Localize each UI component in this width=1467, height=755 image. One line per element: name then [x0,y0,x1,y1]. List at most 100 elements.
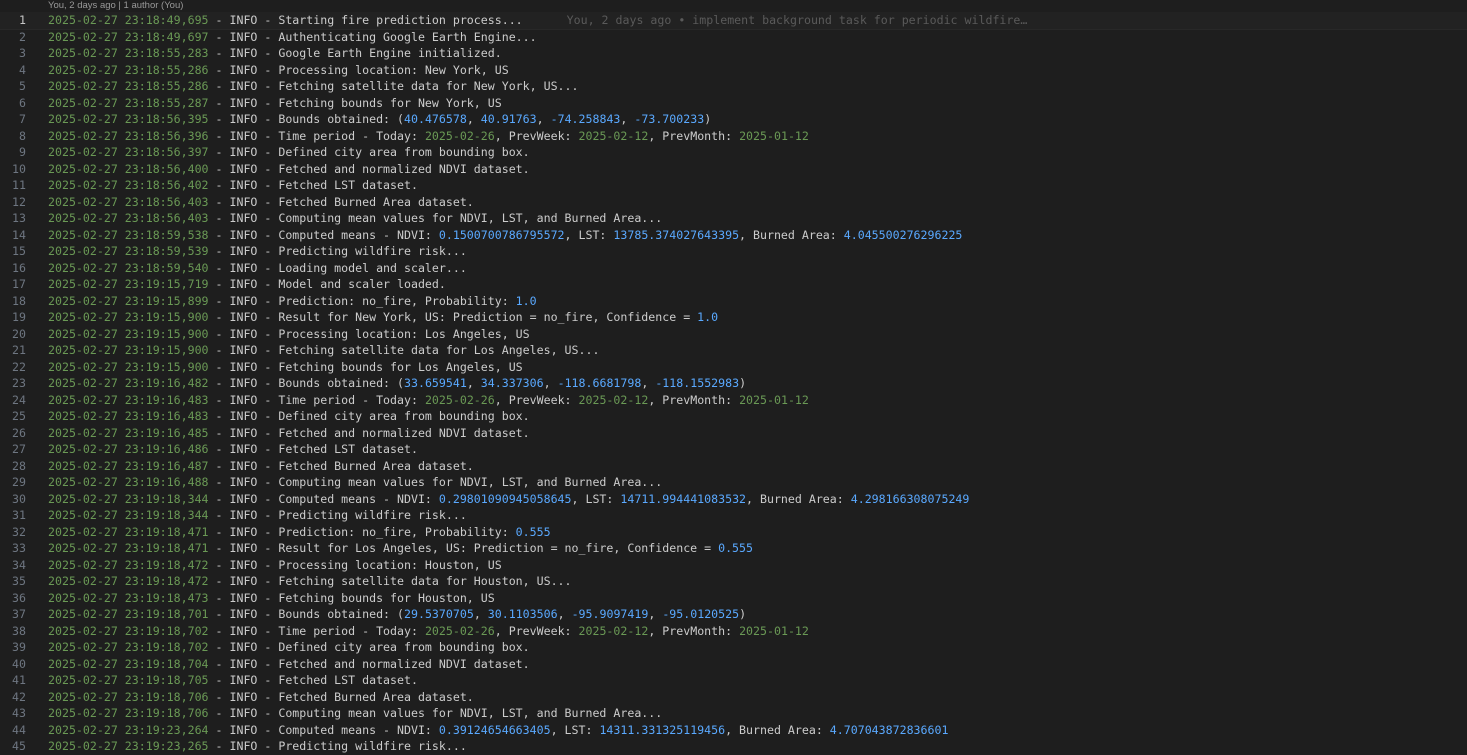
line-number: 35 [12,574,26,588]
code-line[interactable]: 13 2025-02-27 23:18:56,403 - INFO - Compu… [0,210,1467,227]
code-line[interactable]: 39 2025-02-27 23:19:18,702 - INFO - Defin… [0,639,1467,656]
code-line[interactable]: 1 2025-02-27 23:18:49,695 - INFO - Starti… [0,12,1467,30]
log-text: - INFO - Predicting wildfire risk... [208,244,467,258]
log-timestamp: 2025-02-27 23:19:18,344 [48,508,209,522]
line-content: 2025-02-27 23:19:15,900 - INFO - Result … [48,309,718,326]
code-line[interactable]: 20 2025-02-27 23:19:15,900 - INFO - Proce… [0,326,1467,343]
code-line[interactable]: 33 2025-02-27 23:19:18,471 - INFO - Resul… [0,540,1467,557]
code-line[interactable]: 14 2025-02-27 23:18:59,538 - INFO - Compu… [0,227,1467,244]
code-line[interactable]: 29 2025-02-27 23:19:16,488 - INFO - Compu… [0,474,1467,491]
line-content: 2025-02-27 23:19:16,486 - INFO - Fetched… [48,441,418,458]
line-content: 2025-02-27 23:19:18,702 - INFO - Defined… [48,639,530,656]
code-line[interactable]: 42 2025-02-27 23:19:18,706 - INFO - Fetch… [0,689,1467,706]
code-line[interactable]: 16 2025-02-27 23:18:59,540 - INFO - Loadi… [0,260,1467,277]
editor-text-area[interactable]: 1 2025-02-27 23:18:49,695 - INFO - Starti… [0,12,1467,755]
log-timestamp: 2025-02-27 23:19:18,702 [48,623,209,638]
log-text: - INFO - Computing mean values for NDVI,… [208,211,663,225]
code-line[interactable]: 35 2025-02-27 23:19:18,472 - INFO - Fetch… [0,573,1467,590]
log-timestamp: 2025-02-27 23:19:16,482 [48,376,209,390]
code-line[interactable]: 15 2025-02-27 23:18:59,539 - INFO - Predi… [0,243,1467,260]
numeric-literal: 40.476578 [404,112,467,126]
code-line[interactable]: 45 2025-02-27 23:19:23,265 - INFO - Predi… [0,738,1467,755]
line-content: 2025-02-27 23:19:18,705 - INFO - Fetched… [48,672,418,689]
log-text: , PrevMonth: [648,392,740,407]
numeric-literal: 14311.331325119456 [599,722,726,737]
code-line[interactable]: 38 2025-02-27 23:19:18,702 - INFO - Time … [0,623,1467,640]
code-line[interactable]: 21 2025-02-27 23:19:15,900 - INFO - Fetch… [0,342,1467,359]
log-text: , Burned Area: [746,491,851,506]
code-line[interactable]: 43 2025-02-27 23:19:18,706 - INFO - Compu… [0,705,1467,722]
code-line[interactable]: 9 2025-02-27 23:18:56,397 - INFO - Define… [0,144,1467,161]
code-line[interactable]: 17 2025-02-27 23:19:15,719 - INFO - Model… [0,276,1467,293]
log-text: , Burned Area: [725,722,830,737]
line-number: 1 [19,13,26,27]
code-line[interactable]: 10 2025-02-27 23:18:56,400 - INFO - Fetch… [0,161,1467,178]
code-line[interactable]: 41 2025-02-27 23:19:18,705 - INFO - Fetch… [0,672,1467,689]
code-line[interactable]: 28 2025-02-27 23:19:16,487 - INFO - Fetch… [0,458,1467,475]
numeric-literal: -95.0120525 [662,607,740,621]
code-line[interactable]: 31 2025-02-27 23:19:18,344 - INFO - Predi… [0,507,1467,524]
log-text: ) [739,607,747,621]
code-line[interactable]: 40 2025-02-27 23:19:18,704 - INFO - Fetch… [0,656,1467,673]
numeric-literal: 29.5370705 [404,607,474,621]
log-timestamp: 2025-02-27 23:19:16,483 [48,392,209,407]
code-line[interactable]: 22 2025-02-27 23:19:15,900 - INFO - Fetch… [0,359,1467,376]
code-line[interactable]: 18 2025-02-27 23:19:15,899 - INFO - Predi… [0,293,1467,310]
code-line[interactable]: 37 2025-02-27 23:19:18,701 - INFO - Bound… [0,606,1467,623]
code-line[interactable]: 4 2025-02-27 23:18:55,286 - INFO - Proces… [0,62,1467,79]
log-timestamp: 2025-02-27 23:19:18,472 [48,574,209,588]
line-content: 2025-02-27 23:19:15,719 - INFO - Model a… [48,276,446,293]
line-number: 3 [19,46,26,60]
code-line[interactable]: 36 2025-02-27 23:19:18,473 - INFO - Fetch… [0,590,1467,607]
codelens-author-info[interactable]: You, 2 days ago | 1 author (You) [48,0,183,12]
code-line[interactable]: 25 2025-02-27 23:19:16,483 - INFO - Defin… [0,408,1467,425]
log-text: , PrevMonth: [648,623,740,638]
numeric-literal: 1.0 [697,310,719,324]
line-content: 2025-02-27 23:18:59,540 - INFO - Loading… [48,260,467,277]
log-text: - INFO - Computing mean values for NDVI,… [208,706,663,720]
log-text: , Burned Area: [739,227,844,242]
log-text: - INFO - Prediction: no_fire, Probabilit… [208,293,516,308]
code-line[interactable]: 6 2025-02-27 23:18:55,287 - INFO - Fetchi… [0,95,1467,112]
log-text: - INFO - Starting fire prediction proces… [208,13,523,27]
code-line[interactable]: 23 2025-02-27 23:19:16,482 - INFO - Bound… [0,375,1467,392]
code-line[interactable]: 5 2025-02-27 23:18:55,286 - INFO - Fetchi… [0,78,1467,95]
log-timestamp: 2025-02-27 23:18:55,286 [48,79,209,93]
line-number: 17 [12,277,26,291]
code-line[interactable]: 32 2025-02-27 23:19:18,471 - INFO - Predi… [0,524,1467,541]
code-line[interactable]: 2 2025-02-27 23:18:49,697 - INFO - Authen… [0,29,1467,46]
log-text: , LST: [550,722,600,737]
log-text: , PrevWeek: [494,392,579,407]
date-literal: 2025-02-26 [424,392,495,407]
log-text: , PrevWeek: [494,623,579,638]
code-line[interactable]: 7 2025-02-27 23:18:56,395 - INFO - Bounds… [0,111,1467,128]
code-line[interactable]: 12 2025-02-27 23:18:56,403 - INFO - Fetch… [0,194,1467,211]
code-line[interactable]: 19 2025-02-27 23:19:15,900 - INFO - Resul… [0,309,1467,326]
log-text: , PrevMonth: [648,128,740,143]
code-line[interactable]: 44 2025-02-27 23:19:23,264 - INFO - Compu… [0,722,1467,739]
log-text: - INFO - Fetched and normalized NDVI dat… [208,656,530,671]
code-line[interactable]: 24 2025-02-27 23:19:16,483 - INFO - Time … [0,392,1467,409]
numeric-literal: 1.0 [515,293,537,308]
code-line[interactable]: 34 2025-02-27 23:19:18,472 - INFO - Proce… [0,557,1467,574]
line-content: 2025-02-27 23:19:18,471 - INFO - Predict… [48,524,551,541]
log-text: ) [704,112,712,126]
log-text: - INFO - Fetching satellite data for Hou… [208,574,572,588]
log-timestamp: 2025-02-27 23:18:56,396 [48,128,209,143]
line-number: 23 [12,376,26,390]
code-line[interactable]: 30 2025-02-27 23:19:18,344 - INFO - Compu… [0,491,1467,508]
line-number: 43 [12,706,26,720]
line-content: 2025-02-27 23:19:18,472 - INFO - Process… [48,557,502,574]
code-line[interactable]: 8 2025-02-27 23:18:56,396 - INFO - Time p… [0,128,1467,145]
line-content: 2025-02-27 23:19:18,706 - INFO - Fetched… [48,689,474,706]
log-text: - INFO - Fetching bounds for New York, U… [208,95,502,110]
log-timestamp: 2025-02-27 23:18:56,402 [48,178,209,192]
code-line[interactable]: 11 2025-02-27 23:18:56,402 - INFO - Fetch… [0,177,1467,194]
code-line[interactable]: 27 2025-02-27 23:19:16,486 - INFO - Fetch… [0,441,1467,458]
date-literal: 2025-02-26 [424,128,495,143]
line-number: 30 [12,491,26,506]
date-literal: 2025-02-12 [578,392,649,407]
line-number: 36 [12,590,26,605]
code-line[interactable]: 26 2025-02-27 23:19:16,485 - INFO - Fetch… [0,425,1467,442]
code-line[interactable]: 3 2025-02-27 23:18:55,283 - INFO - Google… [0,45,1467,62]
